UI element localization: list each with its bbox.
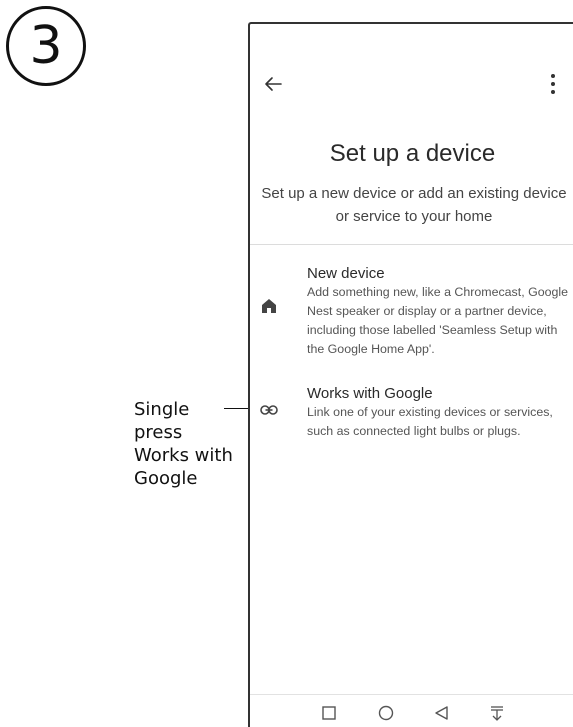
home-icon [262,299,276,313]
item-description: Add something new, like a Chromecast, Go… [307,285,569,356]
step-number-badge: 3 [6,6,86,86]
top-app-bar [250,68,573,100]
item-title: Works with Google [307,385,433,402]
annotation-line-4: Google [134,468,198,489]
phone-screen: Set up a device Set up a new device or a… [248,22,573,727]
navigation-bar [250,694,573,727]
annotation-line-2: press [134,422,183,443]
recent-apps-icon[interactable] [320,705,338,721]
more-vert-icon[interactable] [548,74,558,94]
step-number: 3 [29,16,63,76]
back-triangle-icon[interactable] [433,705,451,721]
annotation-callout: Single press Works with Google [134,398,244,490]
item-description: Link one of your existing devices or ser… [307,405,553,438]
list-item-works-with-google[interactable]: Works with Google Link one of your exist… [250,384,573,444]
page-subtitle: Set up a new device or add an existing d… [261,185,567,225]
home-circle-icon[interactable] [377,705,395,721]
divider [250,244,573,245]
list-item-new-device[interactable]: New device Add something new, like a Chr… [250,264,573,359]
link-icon [260,405,278,415]
back-arrow-icon[interactable] [264,76,282,92]
notifications-down-icon[interactable] [488,705,506,721]
page-title: Set up a device [329,140,496,167]
annotation-line-1: Single [134,399,190,420]
annotation-line-3: Works with [134,445,233,466]
item-title: New device [307,265,385,282]
